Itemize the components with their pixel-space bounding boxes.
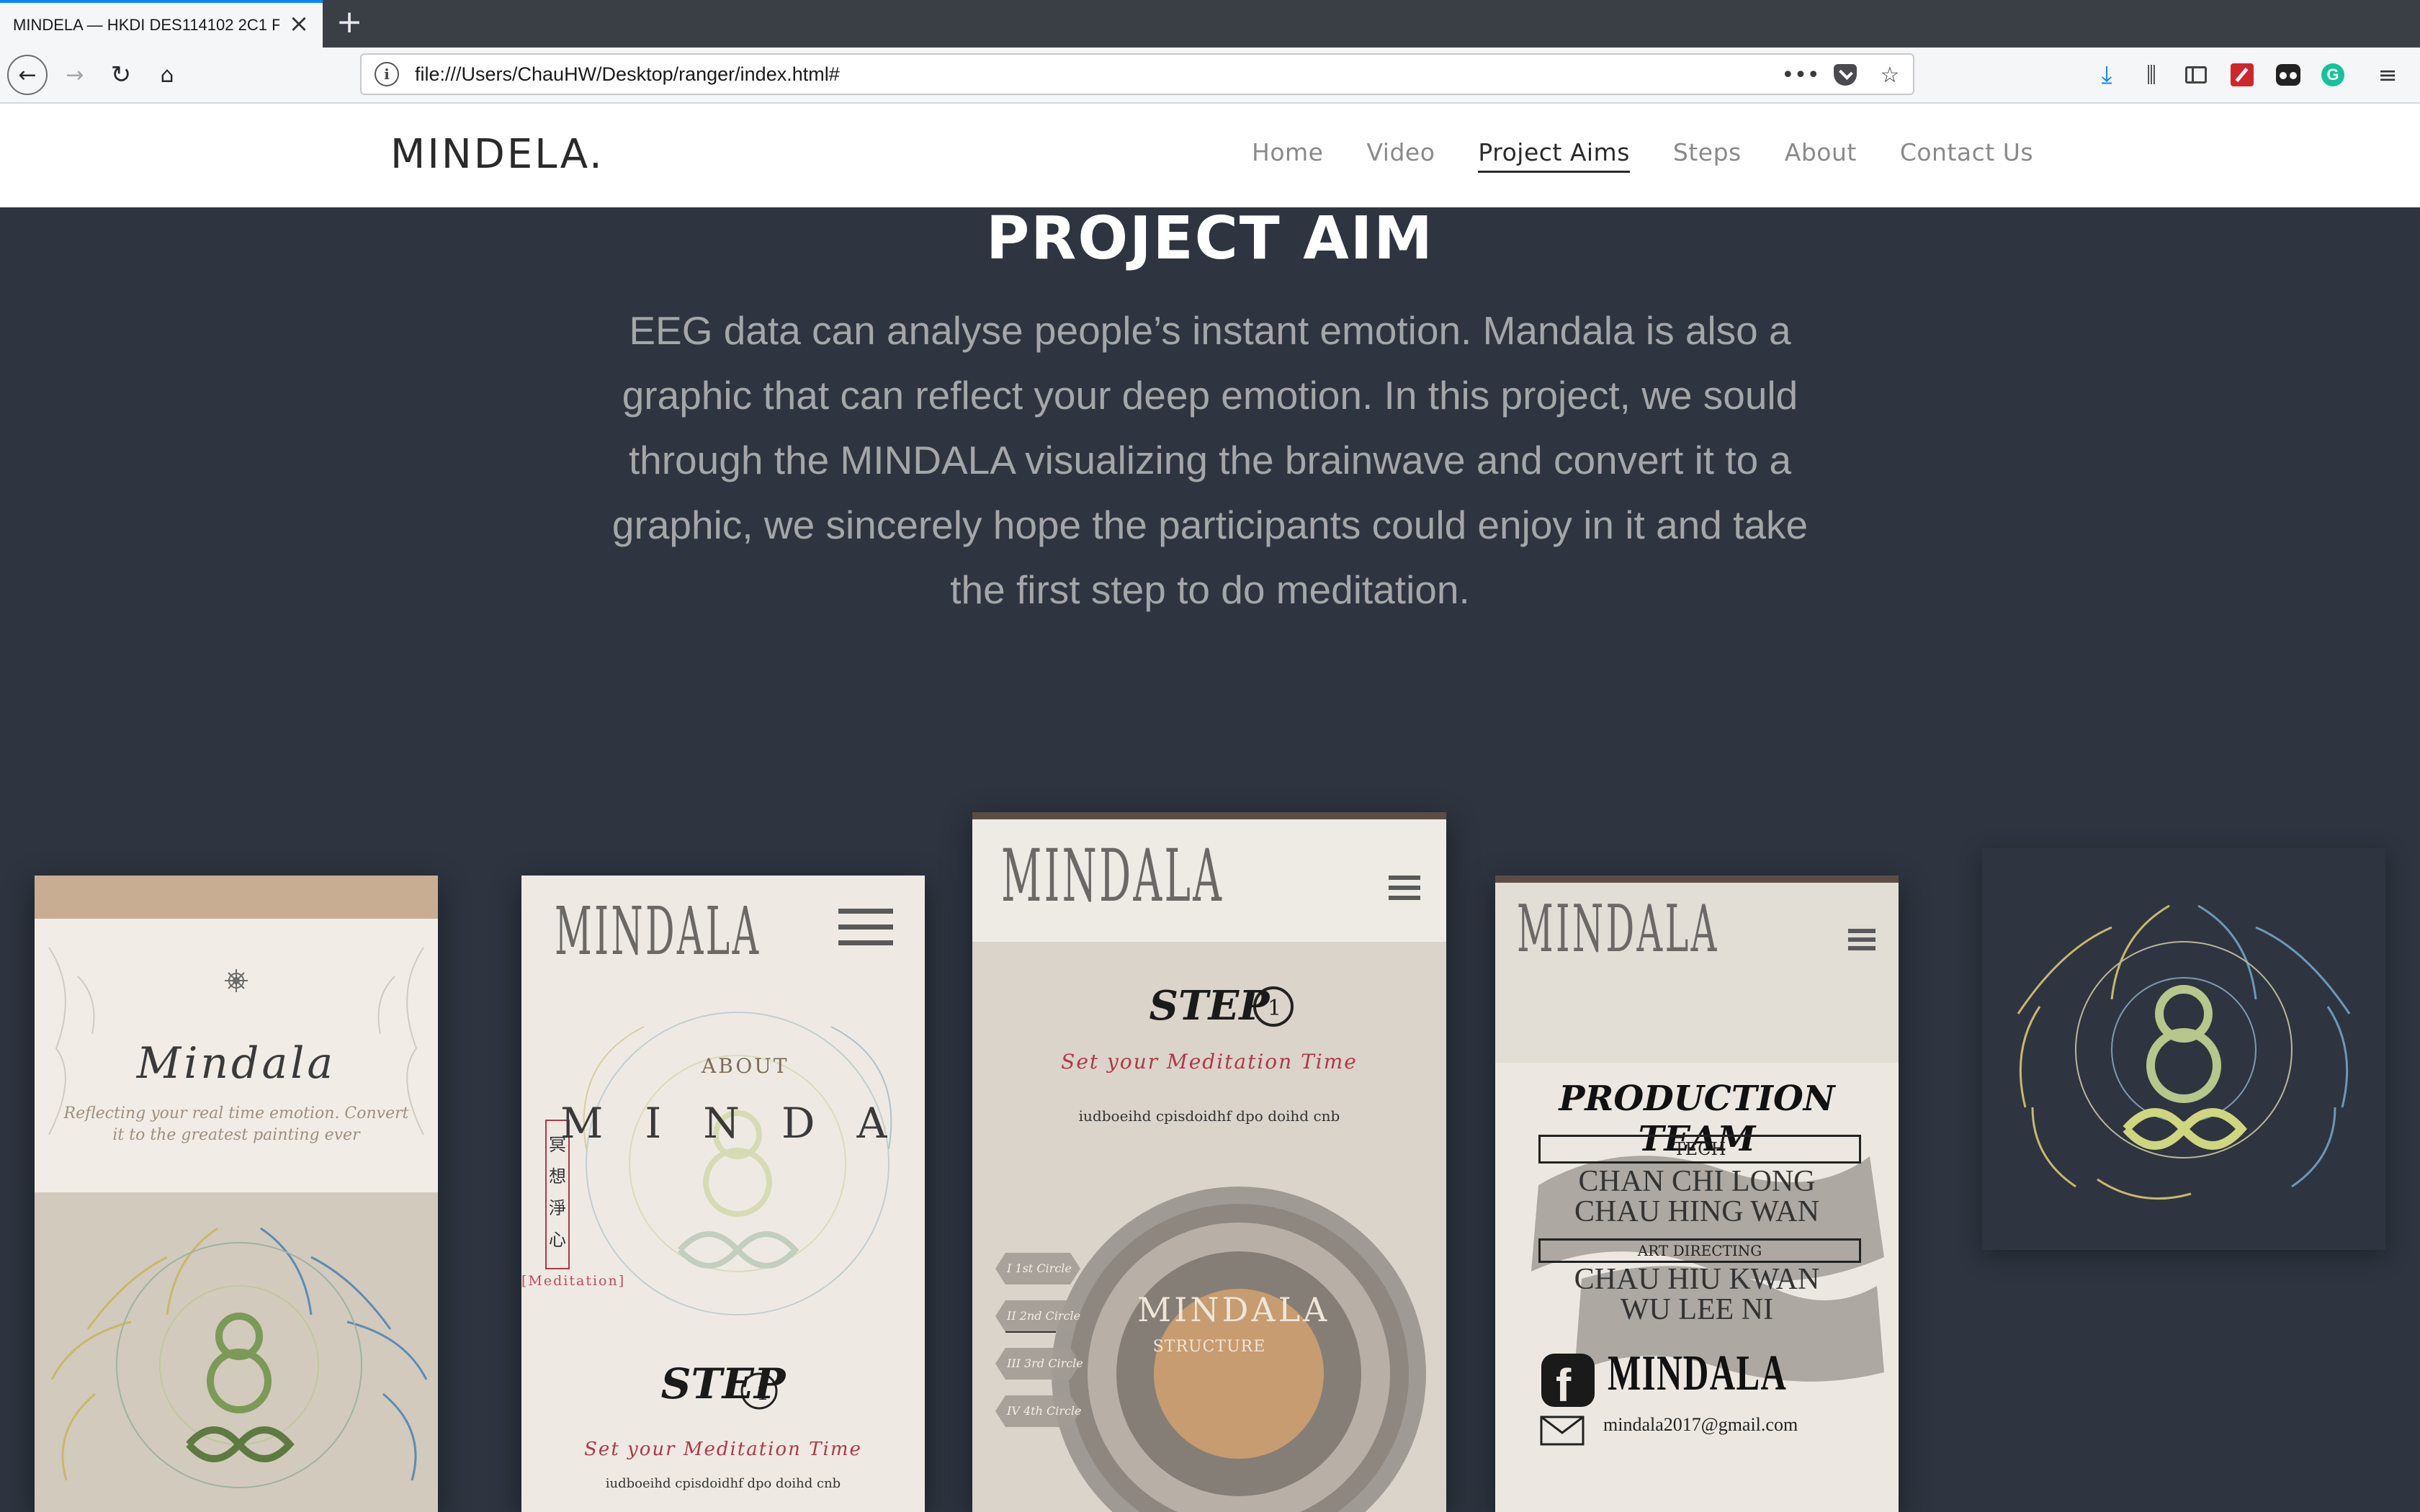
url-text[interactable]: file:///Users/ChauHW/Desktop/ranger/inde… bbox=[415, 63, 840, 86]
mockup-email: mindala2017@gmail.com bbox=[1603, 1414, 1798, 1435]
section-title: PROJECT AIM bbox=[986, 204, 1434, 273]
extension-glasses-icon[interactable] bbox=[2270, 55, 2306, 95]
nav-project-aims[interactable]: Project Aims bbox=[1478, 138, 1630, 173]
close-tab-icon[interactable]: × bbox=[288, 12, 310, 36]
sidebar-icon[interactable] bbox=[2178, 55, 2214, 95]
mockup-meditation-label: [Meditation] bbox=[521, 1273, 626, 1289]
mockup-set-time: Set your Meditation Time bbox=[1061, 1050, 1358, 1074]
mockup-tech-label: TECH bbox=[1538, 1135, 1861, 1164]
mockup-about-screen: 1 MINDALA ABOUT MINDALA 冥想淨心 [Meditation… bbox=[521, 876, 925, 1512]
nav-home[interactable]: Home bbox=[1252, 138, 1323, 173]
mockup-home-artwork bbox=[35, 876, 438, 1512]
svg-text:f: f bbox=[1556, 1359, 1572, 1411]
back-arrow-icon[interactable]: ← bbox=[7, 55, 48, 95]
mockup-tech-names: CHAN CHI LONG CHAU HING WAN bbox=[1495, 1166, 1899, 1227]
extension-red-icon[interactable] bbox=[2224, 55, 2260, 95]
site-info-icon[interactable]: i bbox=[375, 62, 399, 86]
mockup-set-time: Set your Meditation Time bbox=[584, 1439, 862, 1460]
mandala-logo-tile bbox=[1982, 848, 2385, 1250]
download-icon[interactable]: ⤓ bbox=[2089, 55, 2125, 95]
site-logo[interactable]: MINDELA. bbox=[390, 131, 604, 178]
mockup-home-screen: Mindala Reflecting your real time emotio… bbox=[35, 876, 438, 1512]
mockup-structure-title: MINDALA bbox=[1137, 1290, 1330, 1329]
mockup-logo: MINDALA bbox=[555, 893, 761, 970]
circle-option-4[interactable]: IV 4th Circle bbox=[1007, 1404, 1082, 1418]
mockup-step-screen: 1 MINDALA STEP Set your Meditation Time … bbox=[972, 812, 1446, 1512]
nav-about[interactable]: About bbox=[1785, 138, 1857, 173]
tab-title: MINDELA — HKDI DES114102 2C1 F bbox=[13, 16, 279, 34]
mockup-chinese-text: 冥想淨心 bbox=[549, 1135, 566, 1250]
reload-icon[interactable]: ↻ bbox=[101, 55, 141, 95]
mockup-step-heading: STEP bbox=[1149, 982, 1270, 1030]
nav-video[interactable]: Video bbox=[1366, 138, 1435, 173]
new-tab-icon[interactable]: + bbox=[333, 6, 366, 39]
browser-tab-bar: MINDELA — HKDI DES114102 2C1 F × + bbox=[0, 0, 2420, 48]
mandala-logo-icon bbox=[1982, 848, 2385, 1250]
section-description: EEG data can analyse people’s instant em… bbox=[611, 308, 1809, 612]
grammarly-icon[interactable]: G bbox=[2315, 55, 2351, 95]
home-icon[interactable]: ⌂ bbox=[147, 55, 187, 95]
art-name-2: WU LEE NI bbox=[1620, 1293, 1774, 1326]
mockup-about-label: ABOUT bbox=[702, 1054, 789, 1078]
mockup-about-artwork: 1 bbox=[521, 876, 925, 1512]
browser-toolbar: ← → ↻ ⌂ i file:///Users/ChauHW/Desktop/r… bbox=[0, 48, 2420, 104]
mockup-filler-text: iudboeihd cpisdoidhf dpo doihd cnb bbox=[605, 1476, 841, 1491]
hamburger-menu-icon[interactable]: ≡ bbox=[2370, 55, 2406, 95]
browser-tab[interactable]: MINDELA — HKDI DES114102 2C1 F × bbox=[0, 0, 323, 48]
circle-option-3[interactable]: III 3rd Circle bbox=[1007, 1356, 1083, 1370]
mockup-team-screen: f MINDALA PRODUCTION TEAM TECH CHAN CHI … bbox=[1495, 876, 1899, 1512]
mockup-art-names: CHAU HIU KWAN WU LEE NI bbox=[1495, 1264, 1899, 1325]
mockup-art-label: ART DIRECTING bbox=[1538, 1238, 1861, 1263]
mockup-step-heading: STEP bbox=[660, 1359, 786, 1408]
nav-steps[interactable]: Steps bbox=[1673, 138, 1742, 173]
page-actions-icon[interactable]: ••• bbox=[1781, 60, 1819, 89]
nav-contact-us[interactable]: Contact Us bbox=[1900, 138, 2033, 173]
mockup-mindala-heading: MINDALA bbox=[560, 1099, 925, 1148]
address-bar[interactable]: i file:///Users/ChauHW/Desktop/ranger/in… bbox=[360, 53, 1914, 95]
mockup-facebook-brand: MINDALA bbox=[1608, 1346, 1788, 1401]
art-name-1: CHAU HIU KWAN bbox=[1574, 1263, 1820, 1296]
site-nav: Home Video Project Aims Steps About Cont… bbox=[1252, 138, 2076, 173]
mockup-home-tagline: Reflecting your real time emotion. Conve… bbox=[63, 1104, 409, 1144]
mockup-filler-text: iudboeihd cpisdoidhf dpo doihd cnb bbox=[1078, 1107, 1340, 1125]
mockup-logo: MINDALA bbox=[1001, 834, 1224, 918]
circle-option-2[interactable]: II 2nd Circle bbox=[1007, 1309, 1080, 1323]
site-header: MINDELA. Home Video Project Aims Steps A… bbox=[0, 104, 2420, 207]
tech-name-1: CHAN CHI LONG bbox=[1578, 1165, 1816, 1198]
mockup-home-title: Mindala bbox=[136, 1038, 336, 1089]
mockup-logo: MINDALA bbox=[1517, 891, 1719, 967]
mockup-structure-subtitle: STRUCTURE bbox=[1152, 1338, 1266, 1356]
pocket-icon[interactable] bbox=[1831, 60, 1860, 89]
library-icon[interactable]: ⫼ bbox=[2133, 55, 2169, 95]
bookmark-star-icon[interactable]: ☆ bbox=[1876, 60, 1904, 89]
forward-arrow-icon[interactable]: → bbox=[55, 55, 95, 95]
circle-option-1[interactable]: I 1st Circle bbox=[1007, 1261, 1072, 1275]
tech-name-2: CHAU HING WAN bbox=[1574, 1195, 1819, 1228]
